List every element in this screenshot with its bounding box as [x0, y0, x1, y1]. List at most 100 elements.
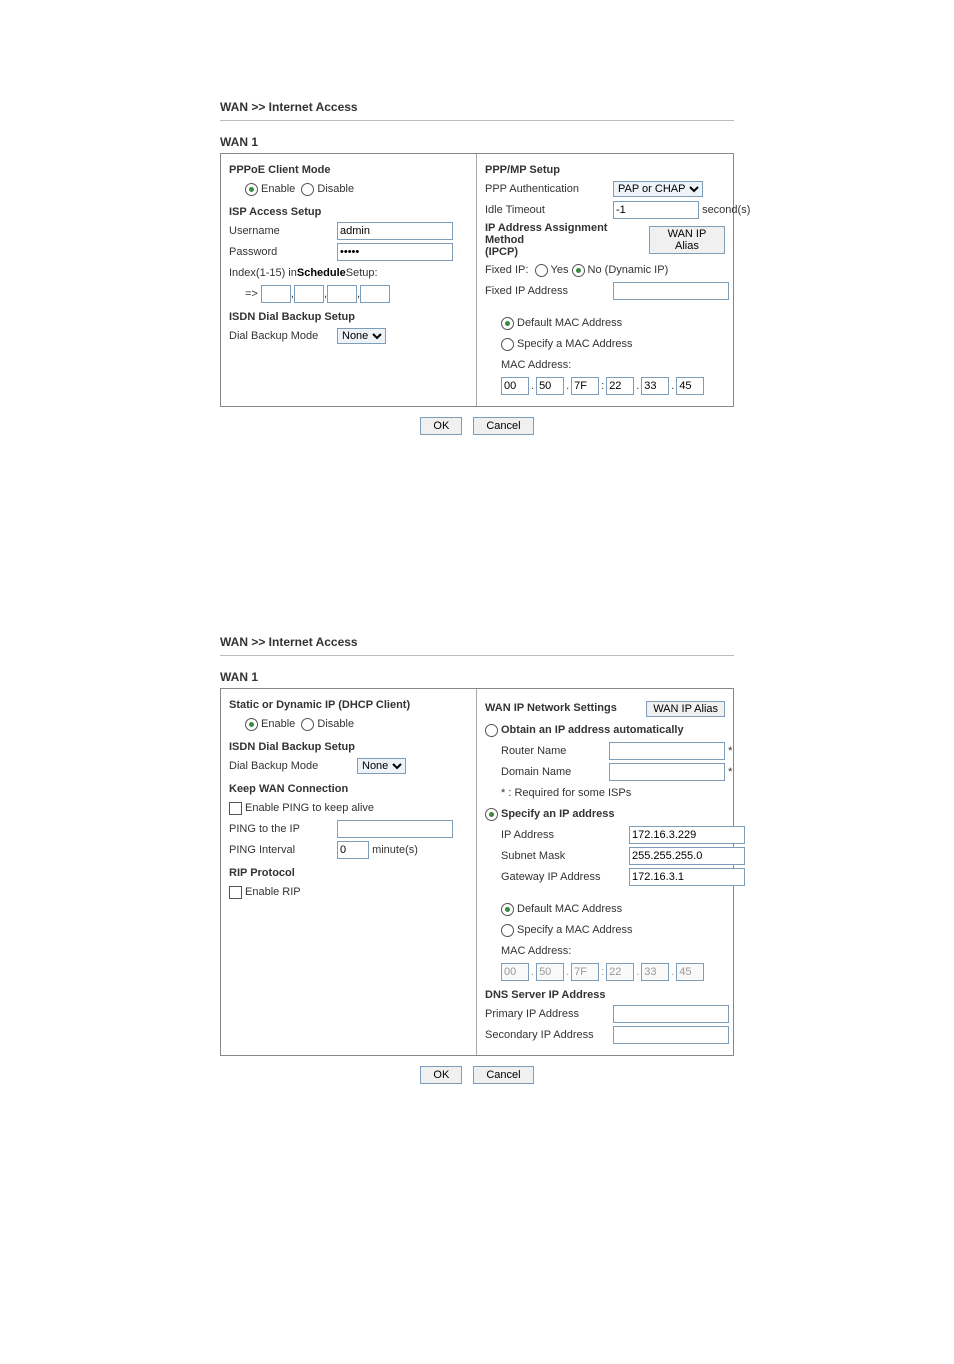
enable-rip-checkbox[interactable] [229, 886, 242, 899]
specify-ip-radio[interactable] [485, 808, 498, 821]
asterisk: * [728, 766, 732, 778]
mac-addr-label: MAC Address: [501, 945, 571, 957]
keep-wan-heading: Keep WAN Connection [229, 783, 468, 795]
disable-label: Disable [317, 718, 354, 730]
fixed-ip-no-radio[interactable] [572, 264, 585, 277]
mac-6[interactable] [676, 963, 704, 981]
required-note: * : Required for some ISPs [501, 787, 631, 799]
cancel-button[interactable]: Cancel [473, 1066, 533, 1084]
subnet-label: Subnet Mask [501, 850, 629, 862]
schedule-idx-3[interactable] [327, 285, 357, 303]
ip-addr-input[interactable] [629, 826, 745, 844]
schedule-idx-1[interactable] [261, 285, 291, 303]
mac-4[interactable] [606, 377, 634, 395]
default-mac-label: Default MAC Address [517, 903, 622, 915]
breadcrumb: WAN >> Internet Access [220, 100, 734, 121]
enable-ping-checkbox[interactable] [229, 802, 242, 815]
ok-button[interactable]: OK [420, 417, 462, 435]
dial-backup-select[interactable]: None [337, 328, 386, 344]
subnet-input[interactable] [629, 847, 745, 865]
password-input[interactable] [337, 243, 453, 261]
pppoe-panel: PPPoE Client Mode Enable Disable ISP Acc… [220, 153, 734, 407]
wan-ip-alias-button[interactable]: WAN IP Alias [646, 701, 725, 717]
disable-label: Disable [317, 183, 354, 195]
cancel-button[interactable]: Cancel [473, 417, 533, 435]
idle-unit: second(s) [702, 204, 750, 216]
idle-timeout-input[interactable] [613, 201, 699, 219]
schedule-link[interactable]: Schedule [297, 267, 346, 279]
mac-5[interactable] [641, 377, 669, 395]
isdn-heading: ISDN Dial Backup Setup [229, 741, 468, 753]
idle-timeout-label: Idle Timeout [485, 204, 613, 216]
pppoe-enable-radio[interactable] [245, 183, 258, 196]
asterisk: * [728, 745, 732, 757]
ping-interval-unit: minute(s) [372, 844, 418, 856]
pppoe-mode-radios: Enable Disable [245, 180, 468, 198]
dial-backup-select[interactable]: None [357, 758, 406, 774]
wan-title: WAN 1 [220, 670, 734, 684]
obtain-ip-label: Obtain an IP address automatically [501, 724, 684, 736]
specify-mac-radio[interactable] [501, 338, 514, 351]
mac-2[interactable] [536, 377, 564, 395]
mac-4[interactable] [606, 963, 634, 981]
mac-1[interactable] [501, 377, 529, 395]
obtain-ip-radio[interactable] [485, 724, 498, 737]
static-disable-radio[interactable] [301, 718, 314, 731]
username-input[interactable] [337, 222, 453, 240]
router-name-input[interactable] [609, 742, 725, 760]
specify-mac-radio[interactable] [501, 924, 514, 937]
router-name-label: Router Name [501, 745, 609, 757]
arrow: => [245, 288, 258, 300]
fixed-ip-yes-radio[interactable] [535, 264, 548, 277]
enable-label: Enable [261, 718, 295, 730]
enable-ping-label: Enable PING to keep alive [245, 802, 374, 814]
mac-1[interactable] [501, 963, 529, 981]
static-ip-section: WAN >> Internet Access WAN 1 Static or D… [220, 635, 734, 1084]
secondary-dns-input[interactable] [613, 1026, 729, 1044]
default-mac-radio[interactable] [501, 903, 514, 916]
specify-ip-label: Specify an IP address [501, 808, 615, 820]
pppoe-right-col: PPP/MP Setup PPP Authentication PAP or C… [477, 154, 733, 406]
default-mac-radio[interactable] [501, 317, 514, 330]
specify-mac-label: Specify a MAC Address [517, 338, 633, 350]
domain-name-input[interactable] [609, 763, 725, 781]
fixed-ip-addr-label: Fixed IP Address [485, 285, 613, 297]
isdn-heading: ISDN Dial Backup Setup [229, 311, 468, 323]
password-label: Password [229, 246, 337, 258]
mac-6[interactable] [676, 377, 704, 395]
ok-button[interactable]: OK [420, 1066, 462, 1084]
gateway-input[interactable] [629, 868, 745, 886]
static-left-col: Static or Dynamic IP (DHCP Client) Enabl… [221, 689, 477, 1055]
schedule-idx-2[interactable] [294, 285, 324, 303]
primary-dns-label: Primary IP Address [485, 1008, 613, 1020]
fixed-ip-label: Fixed IP: [485, 264, 528, 276]
yes-label: Yes [551, 264, 569, 276]
wan-ip-alias-button[interactable]: WAN IP Alias [649, 226, 725, 254]
mac-2[interactable] [536, 963, 564, 981]
ping-interval-label: PING Interval [229, 844, 337, 856]
mac-3[interactable] [571, 963, 599, 981]
mac-addr-label: MAC Address: [501, 359, 571, 371]
mac-3[interactable] [571, 377, 599, 395]
dns-heading: DNS Server IP Address [485, 989, 725, 1001]
index-label-prefix: Index(1-15) in [229, 267, 297, 279]
pppoe-section: WAN >> Internet Access WAN 1 PPPoE Clien… [220, 100, 734, 435]
ppp-auth-select[interactable]: PAP or CHAP [613, 181, 703, 197]
schedule-idx-4[interactable] [360, 285, 390, 303]
rip-heading: RIP Protocol [229, 867, 468, 879]
pppoe-mode-heading: PPPoE Client Mode [229, 164, 468, 176]
primary-dns-input[interactable] [613, 1005, 729, 1023]
pppoe-disable-radio[interactable] [301, 183, 314, 196]
ipcp-heading: IP Address Assignment Method(IPCP) [485, 222, 643, 258]
gateway-label: Gateway IP Address [501, 871, 629, 883]
breadcrumb: WAN >> Internet Access [220, 635, 734, 656]
ping-ip-input[interactable] [337, 820, 453, 838]
enable-label: Enable [261, 183, 295, 195]
enable-rip-label: Enable RIP [245, 886, 301, 898]
no-label: No (Dynamic IP) [588, 264, 669, 276]
fixed-ip-addr-input[interactable] [613, 282, 729, 300]
mac-5[interactable] [641, 963, 669, 981]
static-enable-radio[interactable] [245, 718, 258, 731]
domain-name-label: Domain Name [501, 766, 609, 778]
ping-interval-input[interactable] [337, 841, 369, 859]
